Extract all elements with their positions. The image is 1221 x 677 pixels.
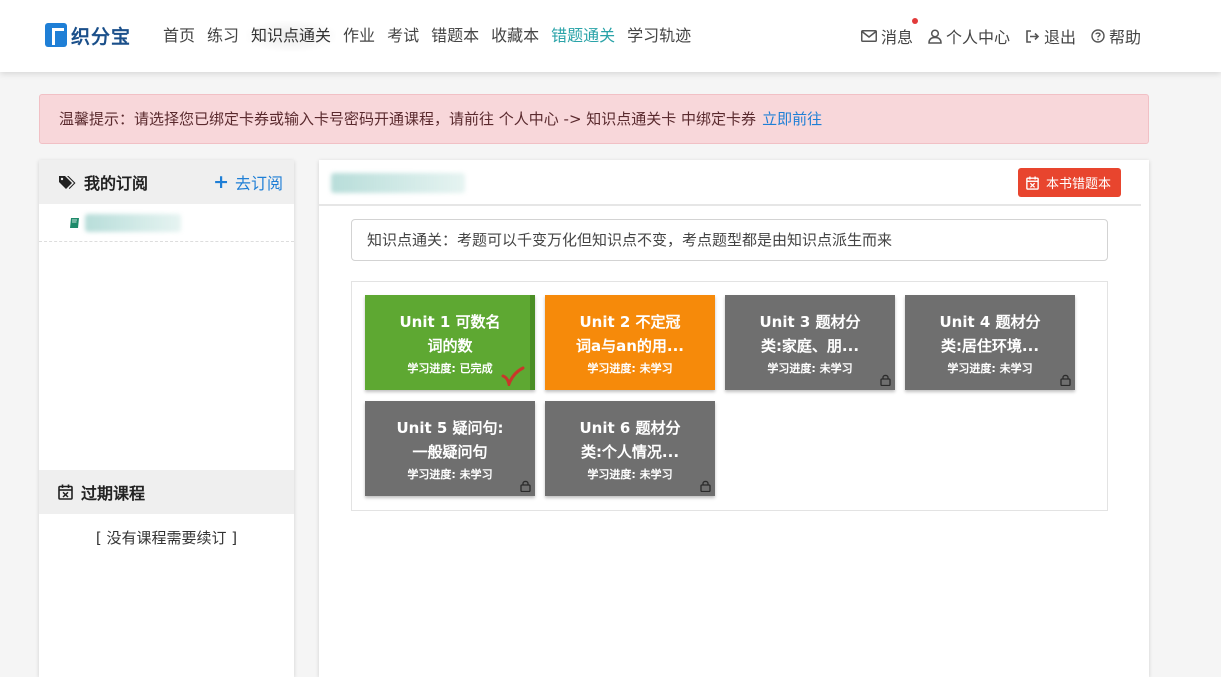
unit-card-6[interactable]: Unit 6 题材分 类:个人情况... 学习进度: 未学习 bbox=[545, 401, 715, 496]
nav-favorites[interactable]: 收藏本 bbox=[486, 20, 544, 52]
brand-name: 织分宝 bbox=[71, 25, 132, 48]
lock-icon bbox=[520, 480, 531, 492]
lock-icon bbox=[1060, 374, 1071, 386]
expired-header: 过期课程 bbox=[39, 470, 294, 514]
question-circle-icon bbox=[1091, 29, 1105, 43]
nav-exam[interactable]: 考试 bbox=[382, 20, 424, 52]
expired-section: 过期课程 [ 没有课程需要续订 ] bbox=[39, 470, 294, 548]
unit-title: Unit 2 不定冠 词a与an的用... bbox=[575, 313, 685, 355]
unit-title: Unit 6 题材分 类:个人情况... bbox=[579, 419, 681, 461]
nav-wrong-book[interactable]: 错题本 bbox=[426, 20, 484, 52]
nav-home[interactable]: 首页 bbox=[158, 20, 200, 52]
unit-card-4[interactable]: Unit 4 题材分 类:居住环境... 学习进度: 未学习 bbox=[905, 295, 1075, 390]
plus-icon: + bbox=[213, 171, 229, 193]
unit-grid: Unit 1 可数名 词的数 学习进度: 已完成 Unit 2 不定冠 词a与an的… bbox=[351, 281, 1108, 511]
nav-practice[interactable]: 练习 bbox=[202, 20, 244, 52]
unit-title: Unit 1 可数名 词的数 bbox=[399, 313, 501, 355]
profile-label: 个人中心 bbox=[945, 28, 1010, 47]
subscribe-link[interactable]: + 去订阅 bbox=[213, 170, 283, 194]
expired-title: 过期课程 bbox=[81, 484, 146, 503]
go-now-link[interactable]: 立即前往 bbox=[762, 110, 822, 128]
main-nav: 首页 练习 知识点通关 作业 考试 错题本 收藏本 错题通关 学习轨迹 bbox=[158, 0, 698, 72]
calendar-x-icon bbox=[58, 484, 73, 500]
logout-link[interactable]: 退出 bbox=[1025, 24, 1076, 48]
nav-homework[interactable]: 作业 bbox=[338, 20, 380, 52]
envelope-icon bbox=[860, 30, 877, 42]
unit-progress: 学习进度: 未学习 bbox=[587, 362, 673, 375]
logo-icon bbox=[45, 23, 67, 47]
knowledge-info-box: 知识点通关：考题可以千变万化但知识点不变，考点题型都是由知识点派生而来 bbox=[351, 219, 1108, 261]
calendar-x-icon bbox=[1026, 176, 1039, 190]
unit-title: Unit 3 题材分 类:家庭、朋... bbox=[759, 313, 861, 355]
unit-card-1[interactable]: Unit 1 可数名 词的数 学习进度: 已完成 bbox=[365, 295, 535, 390]
checkmark-icon bbox=[501, 366, 525, 386]
course-title-redacted bbox=[331, 173, 465, 193]
lock-icon bbox=[700, 480, 711, 492]
course-panel: 本书错题本 知识点通关：考题可以千变万化但知识点不变，考点题型都是由知识点派生而… bbox=[319, 160, 1149, 677]
messages-link[interactable]: 消息 bbox=[860, 18, 918, 48]
unit-card-2[interactable]: Unit 2 不定冠 词a与an的用... 学习进度: 未学习 bbox=[545, 295, 715, 390]
lock-icon bbox=[880, 374, 891, 386]
sign-out-icon bbox=[1026, 29, 1040, 43]
subscription-name-redacted bbox=[85, 213, 181, 232]
nav-study-track[interactable]: 学习轨迹 bbox=[622, 20, 696, 52]
top-navbar: 织分宝 首页 练习 知识点通关 作业 考试 错题本 收藏本 错题通关 学习轨迹 … bbox=[0, 0, 1221, 72]
unit-card-5[interactable]: Unit 5 疑问句: 一般疑问句 学习进度: 未学习 bbox=[365, 401, 535, 496]
user-nav: 消息 个人中心 退出 帮助 bbox=[846, 0, 1141, 72]
unit-progress: 学习进度: 未学习 bbox=[407, 468, 493, 481]
book-icon bbox=[70, 217, 79, 228]
unit-progress: 学习进度: 未学习 bbox=[767, 362, 853, 375]
unit-progress: 学习进度: 未学习 bbox=[587, 468, 673, 481]
unit-title: Unit 5 疑问句: 一般疑问句 bbox=[396, 419, 504, 461]
nav-wrong-pass[interactable]: 错题通关 bbox=[546, 20, 620, 52]
book-error-label: 本书错题本 bbox=[1045, 177, 1111, 192]
profile-link[interactable]: 个人中心 bbox=[928, 24, 1010, 48]
subscription-item[interactable] bbox=[39, 204, 294, 242]
course-header: 本书错题本 bbox=[319, 160, 1141, 206]
unit-title: Unit 4 题材分 类:居住环境... bbox=[939, 313, 1041, 355]
help-label: 帮助 bbox=[1108, 28, 1141, 47]
unread-badge bbox=[911, 18, 918, 24]
tags-icon bbox=[59, 175, 76, 189]
no-expired-message: [ 没有课程需要续订 ] bbox=[95, 529, 238, 547]
unit-progress: 学习进度: 未学习 bbox=[947, 362, 1033, 375]
nav-knowledge-pass[interactable]: 知识点通关 bbox=[246, 20, 337, 52]
messages-label: 消息 bbox=[880, 28, 913, 47]
logout-label: 退出 bbox=[1043, 28, 1076, 47]
brand-logo[interactable]: 织分宝 bbox=[45, 22, 131, 48]
subscribe-label: 去订阅 bbox=[234, 174, 283, 193]
user-icon bbox=[928, 28, 942, 44]
book-error-button[interactable]: 本书错题本 bbox=[1017, 168, 1121, 197]
subscriptions-title: 我的订阅 bbox=[84, 174, 149, 193]
course-tip-alert: 温馨提示：请选择您已绑定卡券或输入卡号密码开通课程，请前往 个人中心 -> 知识… bbox=[39, 94, 1149, 144]
unit-card-3[interactable]: Unit 3 题材分 类:家庭、朋... 学习进度: 未学习 bbox=[725, 295, 895, 390]
help-link[interactable]: 帮助 bbox=[1091, 24, 1141, 48]
subscription-panel: 我的订阅 + 去订阅 过期课程 [ 没有课程需要续订 ] bbox=[39, 160, 294, 677]
alert-text: 温馨提示：请选择您已绑定卡券或输入卡号密码开通课程，请前往 个人中心 -> 知识… bbox=[59, 110, 757, 128]
subscriptions-header: 我的订阅 + 去订阅 bbox=[39, 160, 294, 204]
